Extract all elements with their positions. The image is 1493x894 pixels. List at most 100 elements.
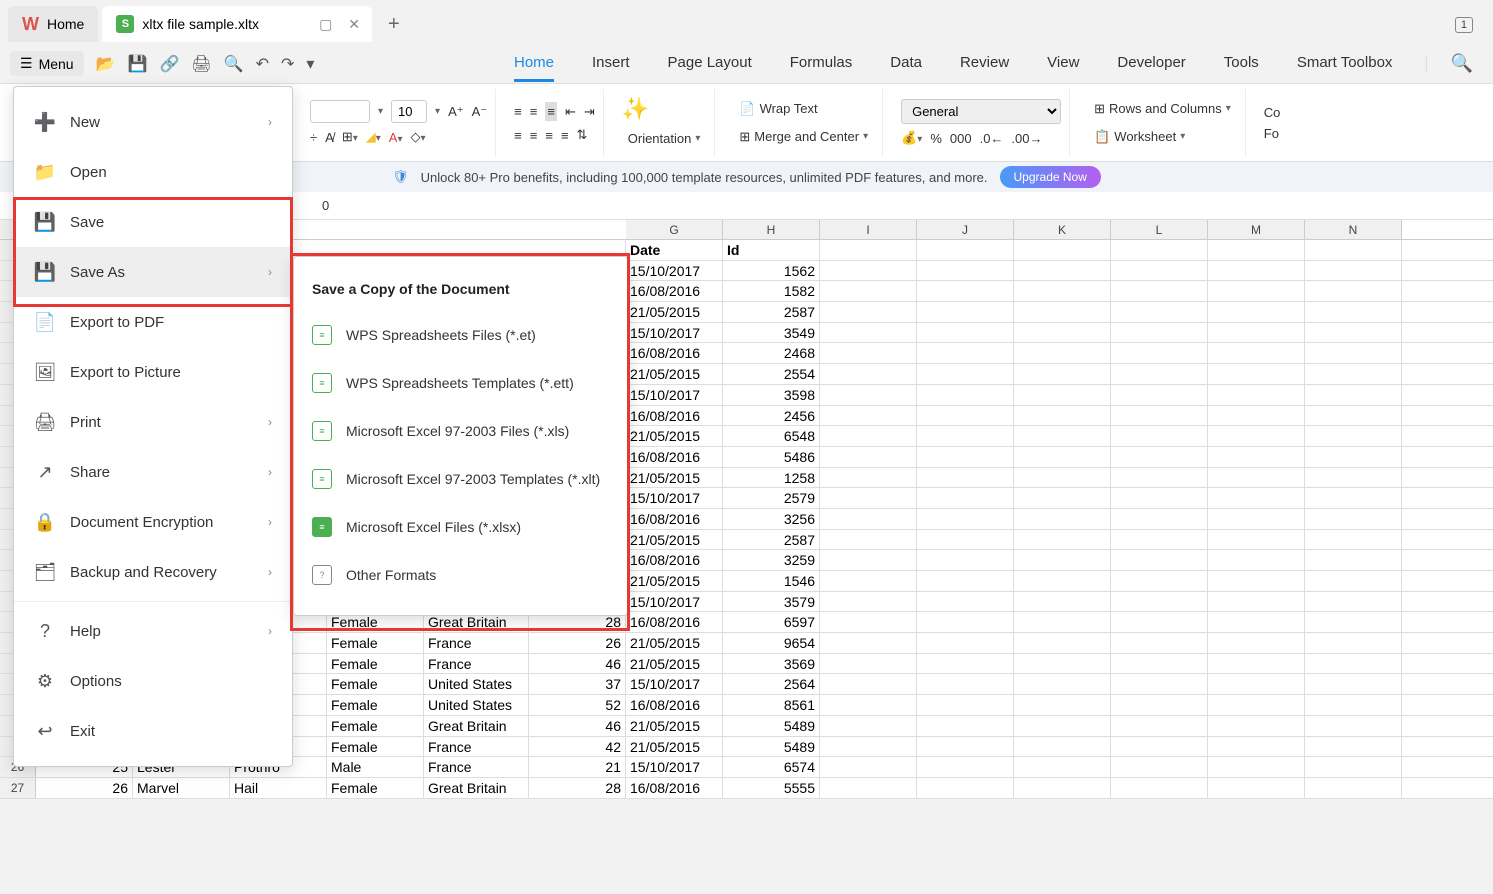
new-tab-button[interactable]: +	[376, 5, 412, 44]
increase-decimal-icon[interactable]: .00→	[1011, 131, 1042, 146]
cell[interactable]: 1546	[723, 571, 820, 591]
cell[interactable]: 5486	[723, 447, 820, 467]
col-header[interactable]: M	[1208, 220, 1305, 239]
menu-backup[interactable]: 🗂Backup and Recovery›	[14, 547, 292, 597]
ribbon-tab-home[interactable]: Home	[514, 46, 554, 82]
decrease-font-icon[interactable]: A⁻	[472, 104, 488, 120]
print-preview-icon[interactable]: 🔗	[159, 54, 179, 74]
decrease-decimal-icon[interactable]: .0←	[980, 131, 1004, 146]
cell[interactable]: 2468	[723, 343, 820, 363]
ribbon-tab-page-layout[interactable]: Page Layout	[668, 46, 752, 82]
ribbon-tab-developer[interactable]: Developer	[1117, 46, 1185, 82]
cell[interactable]: 6597	[723, 612, 820, 632]
redo-icon[interactable]: ↷	[281, 54, 294, 74]
cell[interactable]: 3256	[723, 509, 820, 529]
cell[interactable]: 2587	[723, 302, 820, 322]
submenu-item[interactable]: ?Other Formats	[294, 551, 627, 599]
menu-open[interactable]: 📁Open	[14, 147, 292, 197]
cell[interactable]: 5489	[723, 716, 820, 736]
open-icon[interactable]: 📂	[96, 54, 116, 74]
menu-save[interactable]: 💾Save	[14, 197, 292, 247]
align-bottom-icon[interactable]: ≡	[545, 102, 557, 121]
cell[interactable]: Male	[327, 757, 424, 777]
ribbon-tab-data[interactable]: Data	[890, 46, 922, 82]
vertical-text-icon[interactable]: ⇅	[577, 127, 588, 143]
autosum-icon[interactable]: ✨	[622, 96, 649, 122]
cell[interactable]: Hail	[230, 778, 327, 798]
preview-icon[interactable]: 🔍	[224, 54, 244, 74]
save-icon[interactable]: 💾	[128, 54, 148, 74]
menu-print[interactable]: 🖨Print›	[14, 397, 292, 447]
cell[interactable]: 2456	[723, 406, 820, 426]
orientation-button[interactable]: Orientation▾	[622, 128, 707, 149]
cell[interactable]: France	[424, 737, 529, 757]
cell[interactable]: 21/05/2015	[626, 468, 723, 488]
cell[interactable]: 8561	[723, 695, 820, 715]
col-header[interactable]: I	[820, 220, 917, 239]
cell[interactable]: 26	[529, 633, 626, 653]
cell[interactable]: 21/05/2015	[626, 426, 723, 446]
cell[interactable]: 21/05/2015	[626, 530, 723, 550]
align-right-icon[interactable]: ≡	[545, 128, 553, 143]
border-icon[interactable]: ⊞▾	[342, 129, 358, 145]
cell[interactable]: 9654	[723, 633, 820, 653]
menu-help[interactable]: ?Help›	[14, 606, 292, 656]
dropdown-icon[interactable]: ▾	[306, 54, 314, 74]
ribbon-tab-tools[interactable]: Tools	[1224, 46, 1259, 82]
menu-export-pdf[interactable]: 📄Export to PDF	[14, 297, 292, 347]
header-cell[interactable]: Date	[626, 240, 723, 260]
submenu-item[interactable]: ≡Microsoft Excel Files (*.xlsx)	[294, 503, 627, 551]
cell[interactable]: 15/10/2017	[626, 674, 723, 694]
menu-exit[interactable]: ↩Exit	[14, 706, 292, 756]
number-format-select[interactable]: General	[901, 99, 1061, 124]
style-icon[interactable]: ◇▾	[410, 129, 425, 145]
submenu-item[interactable]: ≡Microsoft Excel 97-2003 Templates (*.xl…	[294, 455, 627, 503]
upgrade-button[interactable]: Upgrade Now	[1000, 166, 1101, 188]
cell[interactable]: 1562	[723, 261, 820, 281]
col-header[interactable]: L	[1111, 220, 1208, 239]
cell[interactable]: 15/10/2017	[626, 592, 723, 612]
rows-cols-button[interactable]: ⊞ Rows and Columns ▾	[1088, 98, 1237, 120]
menu-button[interactable]: ☰ Menu	[10, 51, 84, 76]
cell[interactable]: Female	[327, 695, 424, 715]
thousands-icon[interactable]: 000	[950, 131, 972, 146]
cell[interactable]: 2564	[723, 674, 820, 694]
header-cell[interactable]: Id	[723, 240, 820, 260]
cell[interactable]: 16/08/2016	[626, 612, 723, 632]
menu-options[interactable]: ⚙Options	[14, 656, 292, 706]
cell[interactable]: 21/05/2015	[626, 654, 723, 674]
merge-center-button[interactable]: ⊞ Merge and Center ▾	[733, 126, 874, 148]
cell[interactable]: France	[424, 654, 529, 674]
cell[interactable]: 15/10/2017	[626, 261, 723, 281]
cell[interactable]: 37	[529, 674, 626, 694]
home-tab[interactable]: W Home	[8, 6, 98, 42]
clear-format-icon[interactable]: A̸	[325, 130, 334, 145]
font-color-icon[interactable]: A▾	[389, 130, 403, 145]
cell[interactable]: 15/10/2017	[626, 488, 723, 508]
row-header[interactable]: 27	[0, 778, 36, 798]
font-name-input[interactable]	[310, 100, 370, 123]
col-header[interactable]: H	[723, 220, 820, 239]
percent-icon[interactable]: %	[930, 131, 942, 146]
ribbon-tab-review[interactable]: Review	[960, 46, 1009, 82]
cell[interactable]: Female	[327, 716, 424, 736]
cell[interactable]: 16/08/2016	[626, 281, 723, 301]
col-header[interactable]: N	[1305, 220, 1402, 239]
menu-export-picture[interactable]: 🖼Export to Picture	[14, 347, 292, 397]
ribbon-tab-smart-toolbox[interactable]: Smart Toolbox	[1297, 46, 1393, 82]
cell[interactable]: Great Britain	[424, 716, 529, 736]
cell[interactable]: 5555	[723, 778, 820, 798]
submenu-item[interactable]: ≡WPS Spreadsheets Files (*.et)	[294, 311, 627, 359]
window-count-badge[interactable]: 1	[1455, 17, 1473, 33]
ribbon-tab-view[interactable]: View	[1047, 46, 1079, 82]
strikethrough-icon[interactable]: ÷	[310, 130, 317, 145]
tab-minimize-icon[interactable]: ▢	[315, 16, 336, 33]
search-icon[interactable]: 🔍	[1441, 53, 1483, 74]
align-top-icon[interactable]: ≡	[514, 104, 522, 119]
increase-font-icon[interactable]: A⁺	[448, 104, 464, 120]
cell[interactable]: 3549	[723, 323, 820, 343]
cell[interactable]: Marvel	[133, 778, 230, 798]
align-center-icon[interactable]: ≡	[530, 128, 538, 143]
cell[interactable]: 42	[529, 737, 626, 757]
cell[interactable]: 52	[529, 695, 626, 715]
